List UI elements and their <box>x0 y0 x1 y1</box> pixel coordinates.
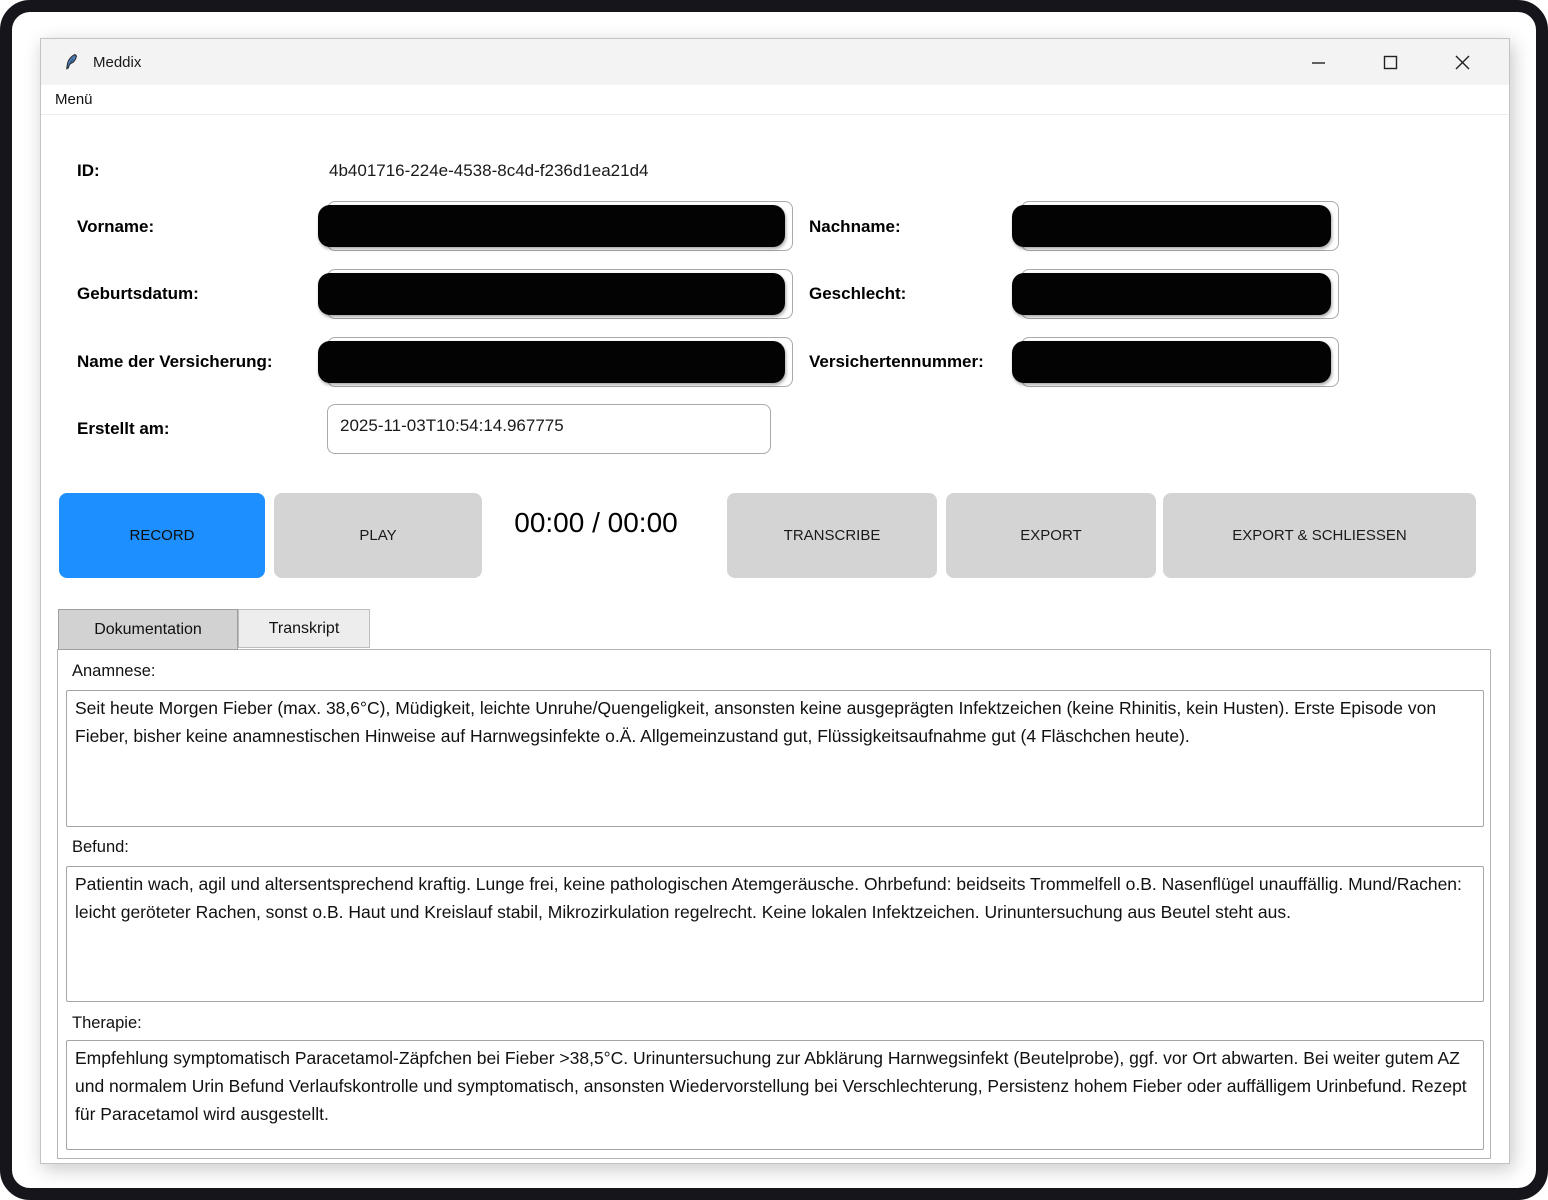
befund-label: Befund: <box>72 838 129 857</box>
id-label: ID: <box>77 161 100 181</box>
tab-transkript[interactable]: Transkript <box>238 609 370 648</box>
nachname-input[interactable] <box>1021 201 1339 251</box>
id-value: 4b401716-224e-4538-8c4d-f236d1ea21d4 <box>329 161 649 181</box>
therapie-textarea[interactable]: Empfehlung symptomatisch Paracetamol-Zäp… <box>66 1040 1484 1150</box>
vorname-label: Vorname: <box>77 217 154 237</box>
geschlecht-label: Geschlecht: <box>809 284 906 304</box>
menubar: Menü <box>41 85 1509 115</box>
maximize-icon[interactable] <box>1377 49 1403 75</box>
versichertennummer-input[interactable] <box>1021 337 1339 387</box>
erstellt-am-input[interactable]: 2025-11-03T10:54:14.967775 <box>327 404 771 454</box>
anamnese-label: Anamnese: <box>72 662 155 681</box>
therapie-label: Therapie: <box>72 1014 142 1033</box>
nachname-redaction <box>1012 205 1331 247</box>
geburtsdatum-redaction <box>318 273 785 315</box>
nachname-label: Nachname: <box>809 217 901 237</box>
window-title: Meddix <box>93 54 141 71</box>
erstellt-am-label: Erstellt am: <box>77 419 170 439</box>
tab-dokumentation[interactable]: Dokumentation <box>58 609 238 650</box>
geburtsdatum-input[interactable] <box>327 269 793 319</box>
play-button[interactable]: PLAY <box>274 493 482 578</box>
record-button[interactable]: RECORD <box>59 493 265 578</box>
vorname-input[interactable] <box>327 201 793 251</box>
geschlecht-input[interactable] <box>1021 269 1339 319</box>
app-window: Meddix Menü ID: 4b401716-224e-4538-8c4d-… <box>40 38 1510 1164</box>
transcribe-button[interactable]: TRANSCRIBE <box>727 493 937 578</box>
geschlecht-redaction <box>1012 273 1331 315</box>
titlebar[interactable]: Meddix <box>41 39 1509 85</box>
minimize-icon[interactable] <box>1305 49 1331 75</box>
documentation-pane: Anamnese: Seit heute Morgen Fieber (max.… <box>57 649 1491 1159</box>
versicherung-label: Name der Versicherung: <box>77 352 273 372</box>
vorname-redaction <box>318 205 785 247</box>
geburtsdatum-label: Geburtsdatum: <box>77 284 199 304</box>
versichertennummer-label: Versichertennummer: <box>809 352 984 372</box>
feather-icon <box>63 53 81 71</box>
close-icon[interactable] <box>1449 49 1475 75</box>
versicherung-redaction <box>318 341 785 383</box>
menu-item-menue[interactable]: Menü <box>55 91 93 108</box>
export-button[interactable]: EXPORT <box>946 493 1156 578</box>
window-controls <box>1305 49 1509 75</box>
befund-textarea[interactable]: Patientin wach, agil und altersentsprech… <box>66 866 1484 1002</box>
erstellt-am-value: 2025-11-03T10:54:14.967775 <box>340 416 564 436</box>
export-close-button[interactable]: EXPORT & SCHLIESSEN <box>1163 493 1476 578</box>
versichertennummer-redaction <box>1012 341 1331 383</box>
audio-time-display: 00:00 / 00:00 <box>481 507 711 547</box>
anamnese-textarea[interactable]: Seit heute Morgen Fieber (max. 38,6°C), … <box>66 690 1484 827</box>
versicherung-input[interactable] <box>327 337 793 387</box>
